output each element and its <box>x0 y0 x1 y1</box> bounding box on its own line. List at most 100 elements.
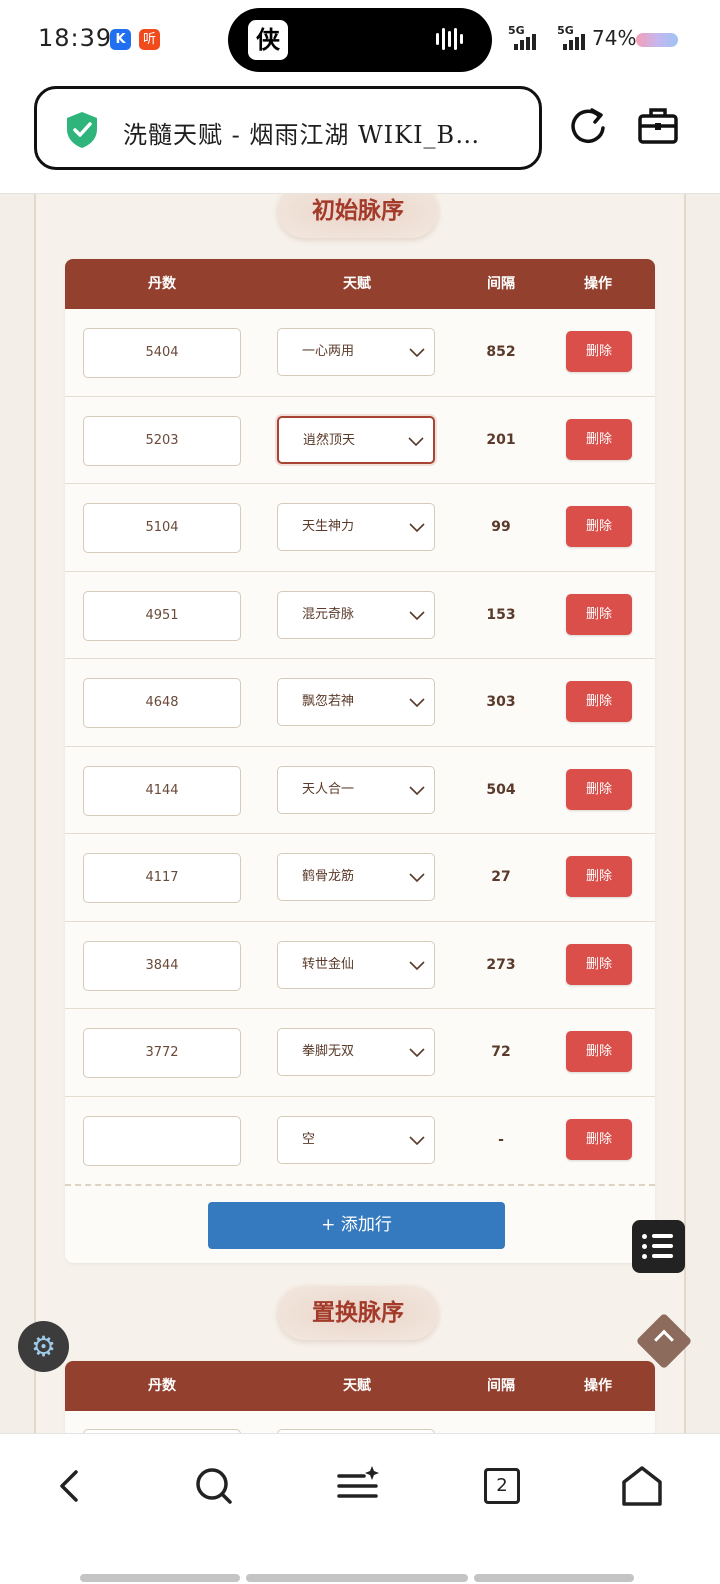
gear-icon[interactable]: ⚙ <box>18 1321 69 1372</box>
add-row-button[interactable]: + 添加行 <box>208 1202 505 1249</box>
add-row-zone: + 添加行 <box>65 1184 655 1263</box>
talent-value: 混元奇脉 <box>302 606 355 622</box>
interval-value: 852 <box>486 344 516 360</box>
table-header: 丹数 天赋 间隔 操作 <box>65 1361 655 1411</box>
table-row: 4117 鹤骨龙筋 27 删除 <box>65 834 655 922</box>
dan-input[interactable]: 3772 <box>83 1028 241 1078</box>
app-ting-icon: 听 <box>139 29 160 50</box>
toc-list-button[interactable] <box>632 1220 685 1273</box>
section-title-swap: 置换脉序 <box>278 1286 438 1340</box>
tabs-button[interactable]: 2 <box>478 1462 526 1510</box>
back-icon[interactable] <box>46 1462 94 1510</box>
talent-value: 一心两用 <box>302 344 355 359</box>
interval-value: 504 <box>486 781 516 798</box>
talent-value: 转世金仙 <box>302 956 355 972</box>
interval-value: 72 <box>491 1044 511 1060</box>
dan-input[interactable]: 5404 <box>83 328 241 378</box>
chevron-down-icon <box>409 1048 425 1058</box>
dan-input[interactable]: 3844 <box>83 940 241 991</box>
dan-input[interactable]: 4144 <box>83 765 241 816</box>
header-action: 操作 <box>584 1378 612 1394</box>
shield-check-icon <box>67 112 97 148</box>
talent-select[interactable]: 飘忽若神 <box>277 678 435 726</box>
chevron-up-icon <box>654 1329 674 1350</box>
interval-value: - <box>498 1131 504 1148</box>
table-row: 4951 混元奇脉 153 删除 <box>65 572 655 659</box>
talent-select[interactable]: 逍然顶天 <box>277 415 435 464</box>
table-row: 3844 转世金仙 273 删除 <box>65 922 655 1009</box>
toolbox-icon[interactable] <box>636 104 680 148</box>
reload-icon[interactable] <box>566 104 610 148</box>
audio-wave-icon <box>436 28 470 52</box>
search-icon[interactable] <box>190 1462 238 1510</box>
bottom-navigation: 2 <box>0 1433 720 1584</box>
chevron-down-icon <box>409 960 425 970</box>
interval-value: 153 <box>486 606 516 623</box>
table-header: 丹数 天赋 间隔 操作 <box>65 259 655 309</box>
chevron-down-icon <box>408 436 424 446</box>
dynamic-island[interactable]: 侠 <box>228 8 492 72</box>
dan-input[interactable]: 5203 <box>83 415 241 466</box>
table-row: 5404 一心两用 852 删除 <box>65 309 655 397</box>
delete-button[interactable]: 删除 <box>566 506 632 547</box>
header-talent: 天赋 <box>343 1378 371 1394</box>
section-title-initial: 初始脉序 <box>278 194 438 238</box>
delete-button[interactable]: 删除 <box>566 1118 632 1160</box>
talent-select[interactable]: 拳脚无双 <box>277 1028 435 1076</box>
gesture-bar <box>80 1574 240 1582</box>
talent-value: 鹤骨龙筋 <box>302 869 355 884</box>
delete-button[interactable]: 删除 <box>566 943 632 985</box>
talent-value: 飘忽若神 <box>302 694 355 709</box>
header-dan: 丹数 <box>148 1378 176 1394</box>
chevron-down-icon <box>409 785 425 795</box>
menu-sparkle-icon[interactable] <box>334 1462 382 1510</box>
header-dan: 丹数 <box>148 276 176 292</box>
browser-toolbar: 洗髓天赋 - 烟雨江湖 WIKI_B… <box>0 82 720 194</box>
interval-value: 99 <box>491 519 511 535</box>
dan-input[interactable]: 4951 <box>83 590 241 641</box>
chevron-down-icon <box>409 523 425 533</box>
interval-value: 27 <box>491 869 511 885</box>
talent-select[interactable]: 天人合一 <box>277 765 435 814</box>
header-talent: 天赋 <box>343 276 371 292</box>
page-content[interactable]: 初始脉序 丹数 天赋 间隔 操作 5404 一心两用 852 删除 5203 逍… <box>0 194 720 1433</box>
talent-select[interactable]: 天生神力 <box>277 503 435 551</box>
tab-count: 2 <box>484 1468 520 1504</box>
table-row: 4648 飘忽若神 303 删除 <box>65 659 655 747</box>
status-time: 18:39 <box>38 24 113 52</box>
table-row: 3772 拳脚无双 72 删除 <box>65 1009 655 1097</box>
delete-button[interactable]: 删除 <box>566 681 632 722</box>
talent-select[interactable]: 一心两用 <box>277 328 435 376</box>
talent-value: 空 <box>302 1131 316 1147</box>
delete-button[interactable]: 删除 <box>566 593 632 635</box>
table-row: 4144 天人合一 504 删除 <box>65 747 655 834</box>
status-bar: 18:39 K 听 侠 5G 5G 74% <box>0 0 720 82</box>
dan-input[interactable]: 4117 <box>83 853 241 903</box>
interval-value: 201 <box>486 431 516 448</box>
header-interval: 间隔 <box>487 1378 515 1394</box>
delete-button[interactable]: 删除 <box>566 331 632 372</box>
header-interval: 间隔 <box>487 276 515 292</box>
talent-select[interactable]: 空 <box>277 1115 435 1164</box>
gesture-bar <box>246 1574 468 1582</box>
dan-input[interactable]: 4648 <box>83 678 241 728</box>
home-icon[interactable] <box>618 1462 666 1510</box>
table-row: 5104 天生神力 99 删除 <box>65 484 655 572</box>
dan-input[interactable]: 5104 <box>83 503 241 553</box>
table-row: 5203 逍然顶天 201 删除 <box>65 397 655 484</box>
delete-button[interactable]: 删除 <box>566 418 632 460</box>
status-right: 5G 5G 74% <box>508 24 708 54</box>
battery-icon <box>636 33 678 47</box>
dan-input[interactable] <box>83 1115 241 1166</box>
header-action: 操作 <box>584 276 612 292</box>
swap-sequence-table: 丹数 天赋 间隔 操作 <box>65 1361 655 1433</box>
talent-select[interactable]: 转世金仙 <box>277 940 435 989</box>
app-logo-icon: 侠 <box>248 20 288 60</box>
talent-value: 逍然顶天 <box>303 432 356 448</box>
delete-button[interactable]: 删除 <box>566 1031 632 1072</box>
delete-button[interactable]: 删除 <box>566 768 632 810</box>
address-bar[interactable]: 洗髓天赋 - 烟雨江湖 WIKI_B… <box>34 86 542 170</box>
talent-select[interactable]: 鹤骨龙筋 <box>277 853 435 901</box>
delete-button[interactable]: 删除 <box>566 856 632 897</box>
talent-select[interactable]: 混元奇脉 <box>277 590 435 639</box>
